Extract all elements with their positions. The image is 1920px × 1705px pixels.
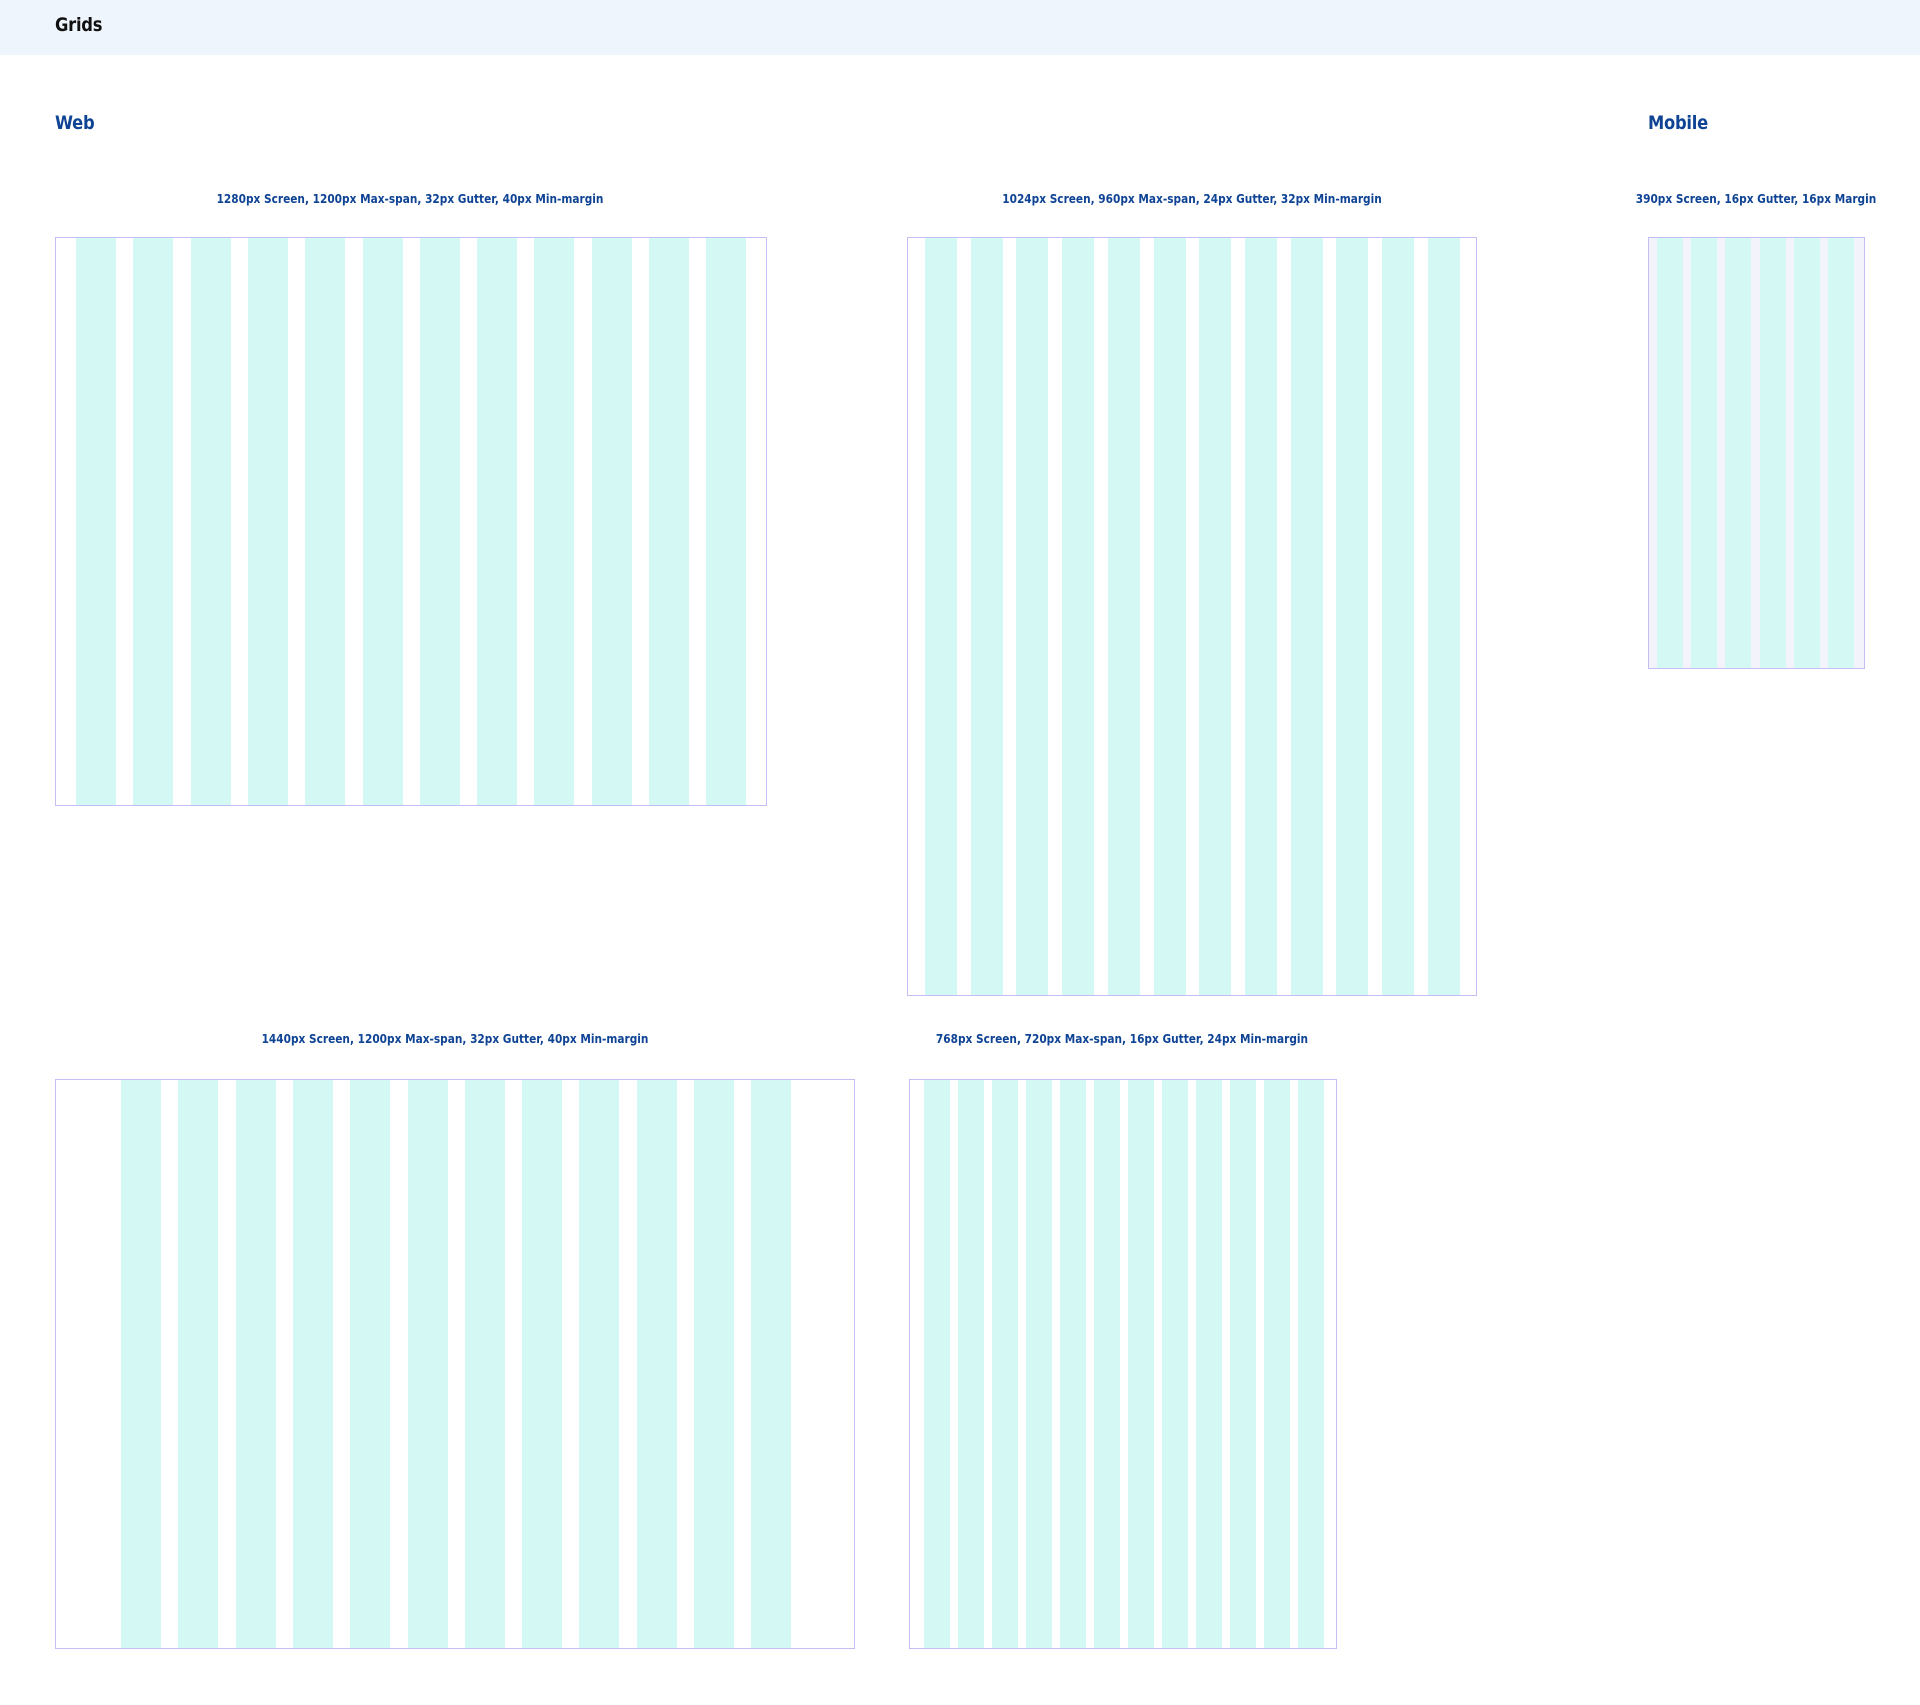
grid-column	[1382, 238, 1414, 995]
grid-column	[1793, 238, 1820, 668]
grid-column	[1060, 1080, 1086, 1648]
grid-caption-1024: 1024px Screen, 960px Max-span, 24px Gutt…	[1002, 192, 1382, 206]
grid-column	[579, 1080, 620, 1648]
grid-column	[133, 238, 174, 805]
section-heading-mobile: Mobile	[1648, 112, 1708, 134]
grid-column	[958, 1080, 984, 1648]
grid-caption-768: 768px Screen, 720px Max-span, 16px Gutte…	[935, 1032, 1309, 1046]
grid-column	[1128, 1080, 1154, 1648]
section-heading-web: Web	[55, 112, 95, 134]
grid-column	[247, 238, 288, 805]
grid-column	[305, 238, 346, 805]
grid-column	[649, 238, 689, 805]
grid-column	[1290, 238, 1323, 995]
grid-column	[362, 238, 403, 805]
grid-column	[925, 238, 957, 995]
grid-column	[235, 1080, 276, 1648]
grid-column	[1107, 238, 1140, 995]
grid-column	[1759, 238, 1786, 668]
grid-column	[1016, 238, 1049, 995]
grid-column	[1094, 1080, 1120, 1648]
grid-column	[1336, 238, 1369, 995]
grid-frame-1440	[55, 1079, 855, 1649]
grid-frame-768	[909, 1079, 1337, 1649]
grid-column	[1162, 1080, 1188, 1648]
grid-column	[121, 1080, 161, 1648]
header-bar: Grids	[0, 0, 1920, 55]
grid-column	[407, 1080, 448, 1648]
grid-column	[1657, 238, 1683, 668]
grid-column	[591, 238, 632, 805]
grid-column	[1427, 238, 1460, 995]
grid-column	[694, 1080, 734, 1648]
grid-column	[992, 1080, 1018, 1648]
grid-column	[1244, 238, 1277, 995]
grid-frame-1280	[55, 237, 767, 806]
grid-column	[292, 1080, 333, 1648]
grid-column	[636, 1080, 677, 1648]
grid-column	[190, 238, 231, 805]
grid-caption-390: 390px Screen, 16px Gutter, 16px Margin	[1635, 192, 1877, 206]
grid-column	[706, 238, 747, 805]
grid-column	[1828, 238, 1854, 668]
grid-column	[477, 238, 518, 805]
grid-frame-390	[1648, 237, 1865, 669]
grid-column	[751, 1080, 792, 1648]
page-title: Grids	[55, 14, 103, 36]
grid-column	[464, 1080, 505, 1648]
grid-column	[522, 1080, 563, 1648]
grid-column	[1264, 1080, 1290, 1648]
grid-column	[1062, 238, 1095, 995]
grid-column	[1691, 238, 1718, 668]
grid-column	[1199, 238, 1232, 995]
grid-column	[1196, 1080, 1222, 1648]
grid-column	[178, 1080, 219, 1648]
grid-column	[419, 238, 460, 805]
grid-column	[1026, 1080, 1052, 1648]
grid-column	[1725, 238, 1752, 668]
grid-column	[76, 238, 116, 805]
grid-column	[350, 1080, 391, 1648]
grid-column	[924, 1080, 950, 1648]
grid-caption-1440: 1440px Screen, 1200px Max-span, 32px Gut…	[261, 1032, 649, 1046]
grid-column	[534, 238, 575, 805]
grid-column	[1153, 238, 1186, 995]
grid-column	[1230, 1080, 1256, 1648]
grid-frame-1024	[907, 237, 1477, 996]
grid-caption-1280: 1280px Screen, 1200px Max-span, 32px Gut…	[216, 192, 604, 206]
grid-column	[970, 238, 1003, 995]
grid-column	[1298, 1080, 1324, 1648]
